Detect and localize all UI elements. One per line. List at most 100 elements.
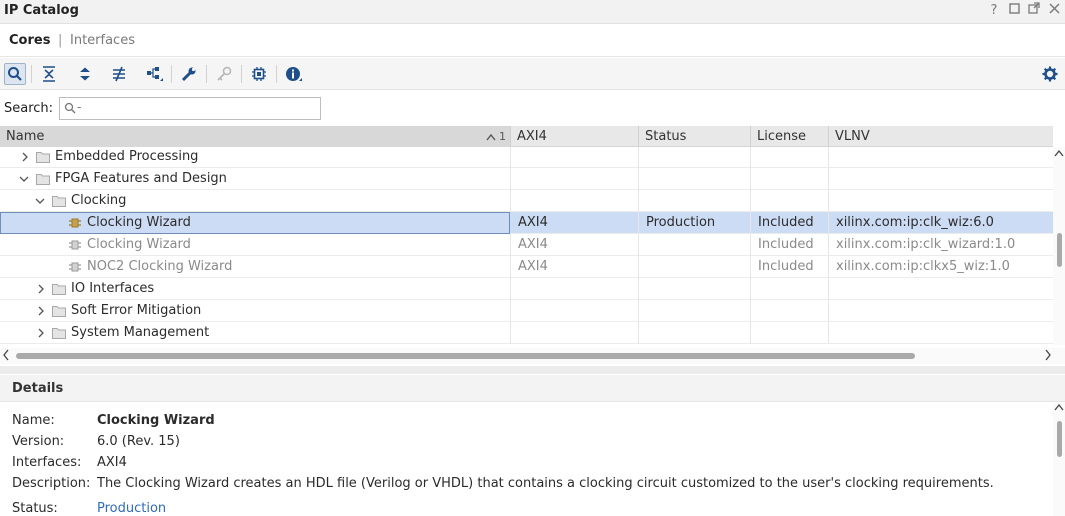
scroll-up-icon[interactable] xyxy=(1054,149,1064,160)
search-icon[interactable] xyxy=(4,63,26,85)
column-header-status[interactable]: Status xyxy=(639,126,751,147)
scroll-right-icon[interactable] xyxy=(1044,349,1052,364)
tree-row-soft-error-mitigation[interactable]: Soft Error Mitigation xyxy=(0,300,1053,322)
detail-key: Version: xyxy=(12,434,65,449)
tree-row-system-management[interactable]: System Management xyxy=(0,322,1053,344)
tab-cores[interactable]: Cores xyxy=(9,33,50,48)
cell-vlnv: xilinx.com:ip:clkx5_wiz:1.0 xyxy=(836,259,1010,274)
wrench-icon[interactable] xyxy=(178,63,200,85)
tree-row-io-interfaces[interactable]: IO Interfaces xyxy=(0,278,1053,300)
chevron-right-icon[interactable] xyxy=(36,300,48,322)
tab-interfaces[interactable]: Interfaces xyxy=(70,33,135,48)
cell-vlnv: xilinx.com:ip:clk_wizard:1.0 xyxy=(836,237,1016,252)
sort-order-label: 1 xyxy=(499,130,506,143)
table-horizontal-scrollbar[interactable] xyxy=(0,348,1065,364)
tree-row-clocking[interactable]: Clocking xyxy=(0,190,1053,212)
cell-axi4: AXI4 xyxy=(518,215,548,230)
tab-separator: | xyxy=(58,33,63,48)
chip-icon[interactable] xyxy=(248,63,270,85)
tree-row-label: Clocking Wizard xyxy=(87,237,191,252)
tree-row-label: Clocking Wizard xyxy=(87,215,191,230)
ip-core-disabled-icon xyxy=(68,239,82,255)
cell-license: Included xyxy=(758,237,814,252)
column-header-license[interactable]: License xyxy=(751,126,829,147)
cell-vlnv: xilinx.com:ip:clk_wiz:6.0 xyxy=(836,215,994,230)
gear-icon[interactable] xyxy=(1039,63,1061,85)
toolbar-separator xyxy=(171,65,172,83)
scroll-left-icon[interactable] xyxy=(2,349,10,364)
search-label: Search: xyxy=(4,101,54,116)
chevron-right-icon[interactable] xyxy=(20,147,32,168)
detail-value: AXI4 xyxy=(97,455,127,470)
key-icon xyxy=(213,63,235,85)
scrollbar-thumb[interactable] xyxy=(1057,421,1062,457)
tree-row-label: IO Interfaces xyxy=(71,281,155,296)
scroll-up-icon[interactable] xyxy=(1054,403,1064,414)
toolbar-separator xyxy=(276,65,277,83)
details-panel: Name: Clocking Wizard Version: 6.0 (Rev.… xyxy=(0,403,1053,516)
column-header-name[interactable]: Name 1 xyxy=(0,126,511,147)
tree-row-noc2-clocking-wizard[interactable]: NOC2 Clocking Wizard AXI4 Included xilin… xyxy=(0,256,1053,278)
tree-row-embedded-processing[interactable]: Embedded Processing xyxy=(0,147,1053,168)
filter-icon[interactable] xyxy=(108,63,130,85)
view-tabs: Cores | Interfaces xyxy=(0,25,1065,57)
panel-splitter[interactable] xyxy=(0,366,1065,374)
tree-row-clocking-wizard-selected[interactable]: Clocking Wizard AXI4 Production Included… xyxy=(0,212,1053,234)
column-header-axi4[interactable]: AXI4 xyxy=(511,126,639,147)
tree-row-label: FPGA Features and Design xyxy=(55,171,227,186)
column-header-vlnv[interactable]: VLNV xyxy=(829,126,1053,147)
tree-row-label: Embedded Processing xyxy=(55,149,199,164)
ip-core-disabled-icon xyxy=(68,261,82,277)
chevron-right-icon[interactable] xyxy=(36,322,48,344)
cell-axi4: AXI4 xyxy=(518,259,548,274)
detail-value: Clocking Wizard xyxy=(97,413,215,428)
scrollbar-thumb[interactable] xyxy=(16,353,915,359)
cell-axi4: AXI4 xyxy=(518,237,548,252)
detail-value: The Clocking Wizard creates an HDL file … xyxy=(97,476,994,491)
status-link[interactable]: Production xyxy=(97,501,166,516)
details-vertical-scrollbar[interactable] xyxy=(1053,403,1065,516)
search-row: Search: - xyxy=(0,91,1065,126)
cell-status: Production xyxy=(646,215,716,230)
chevron-down-icon[interactable] xyxy=(34,190,46,212)
folder-open-icon xyxy=(52,195,66,211)
tree-row-clocking-wizard-legacy[interactable]: Clocking Wizard AXI4 Included xilinx.com… xyxy=(0,234,1053,256)
column-header-name-label: Name xyxy=(6,129,45,144)
scrollbar-thumb[interactable] xyxy=(1057,233,1062,267)
cell-license: Included xyxy=(758,259,814,274)
search-placeholder-dash: - xyxy=(77,100,82,114)
hierarchy-icon[interactable] xyxy=(144,63,166,85)
info-icon[interactable] xyxy=(283,63,305,85)
help-icon[interactable]: ? xyxy=(985,2,1003,20)
toolbar-separator xyxy=(241,65,242,83)
cell-license: Included xyxy=(758,215,814,230)
folder-icon xyxy=(52,283,66,299)
collapse-all-icon[interactable] xyxy=(38,63,60,85)
ip-core-icon xyxy=(68,217,82,233)
restore-icon[interactable] xyxy=(1005,2,1023,20)
tree-row-label: Soft Error Mitigation xyxy=(71,303,202,318)
table-vertical-scrollbar[interactable] xyxy=(1053,147,1065,345)
ip-tree-table: Embedded Processing FPGA Features and De… xyxy=(0,147,1053,345)
sort-ascending-icon: 1 xyxy=(485,126,506,147)
detail-value: 6.0 (Rev. 15) xyxy=(97,434,180,449)
tree-row-label: Clocking xyxy=(71,193,127,208)
detail-key: Description: xyxy=(12,476,91,491)
float-icon[interactable] xyxy=(1025,2,1043,20)
window-titlebar: IP Catalog ? xyxy=(0,0,1065,24)
detail-key: Interfaces: xyxy=(12,455,82,470)
table-header: Name 1 AXI4 Status License VLNV xyxy=(0,126,1053,147)
close-icon[interactable] xyxy=(1045,2,1063,20)
chevron-right-icon[interactable] xyxy=(36,278,48,300)
toolbar-separator xyxy=(31,65,32,83)
tree-row-label: NOC2 Clocking Wizard xyxy=(87,259,233,274)
search-input[interactable]: - xyxy=(59,97,321,120)
detail-key: Name: xyxy=(12,413,55,428)
expand-all-icon[interactable] xyxy=(74,63,96,85)
folder-icon xyxy=(52,327,66,343)
tree-row-fpga-features[interactable]: FPGA Features and Design xyxy=(0,168,1053,190)
toolbar xyxy=(0,58,1065,90)
chevron-down-icon[interactable] xyxy=(18,168,30,190)
search-field-icon xyxy=(64,102,76,114)
folder-open-icon xyxy=(36,173,50,189)
